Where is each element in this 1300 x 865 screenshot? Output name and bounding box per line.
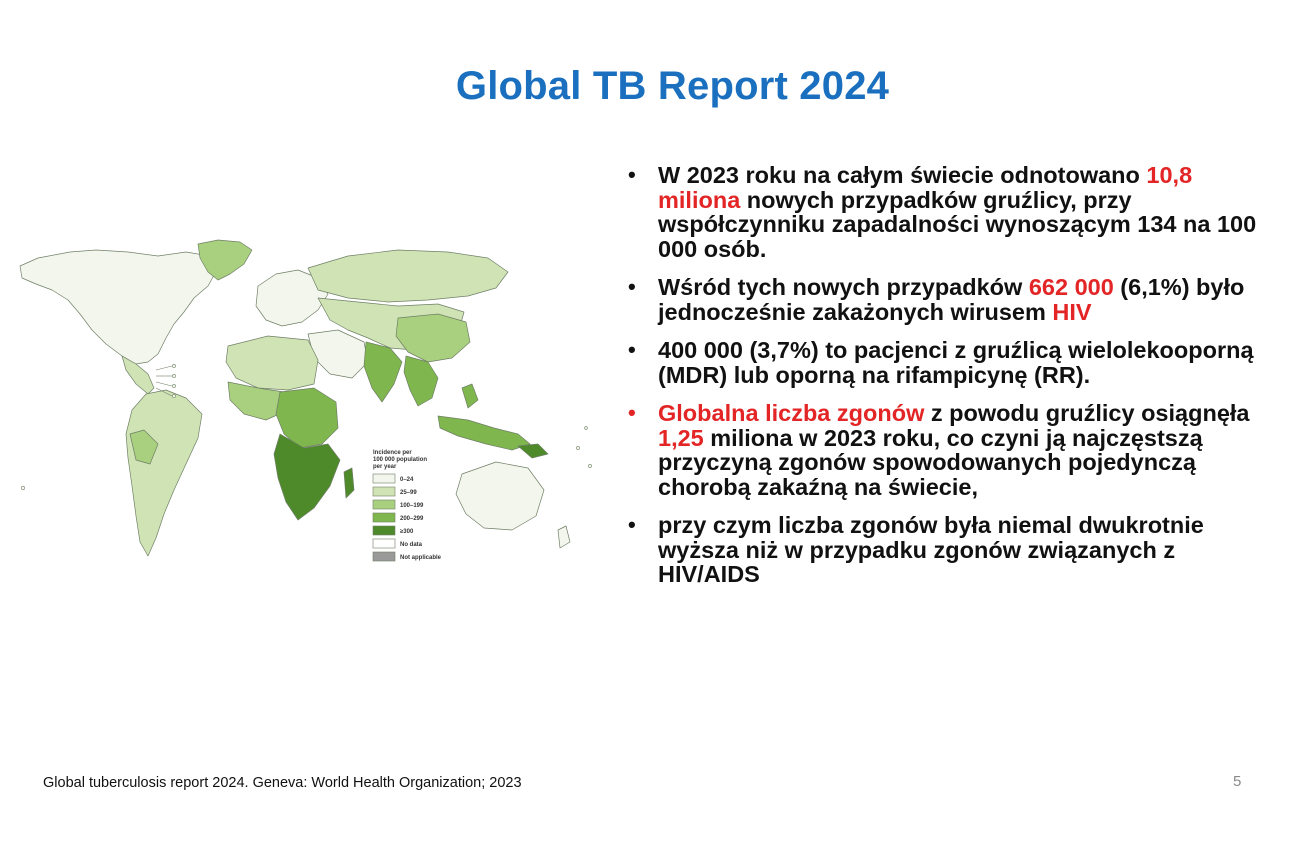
page-number: 5 <box>1233 773 1242 790</box>
legend-swatch-100-199 <box>372 499 396 510</box>
map-russia <box>307 249 509 303</box>
map-north-africa <box>225 335 319 391</box>
bullet-item: • W 2023 roku na całym świecie odnotowano… <box>626 162 1266 262</box>
world-map-graphic: Incidence per 100 000 population per yea… <box>19 239 592 562</box>
tb-incidence-world-map: Incidence per 100 000 population per yea… <box>18 238 600 578</box>
map-north-america <box>19 249 219 365</box>
bullet-text: 400 000 (3,7%) to pacjenci z gruźlicą wi… <box>658 337 1254 388</box>
map-middle-east <box>307 329 369 379</box>
bullet-dot: • <box>628 400 636 425</box>
slide-title: Global TB Report 2024 <box>455 64 890 108</box>
bullet-item: • Wśród tych nowych przypadków 662 000 (6… <box>626 274 1266 325</box>
map-madagascar <box>343 467 355 499</box>
map-india <box>363 341 403 403</box>
map-southeast-asia <box>403 355 439 407</box>
map-new-zealand <box>557 525 571 549</box>
legend-label-5: No data <box>400 542 423 548</box>
legend-swatch-no-data <box>372 538 396 549</box>
slide: Global TB Report 2024 Incidence per 100 … <box>0 0 1300 865</box>
legend-swatch-not-applicable <box>372 551 396 562</box>
legend-title-line-1: Incidence per <box>373 450 412 456</box>
legend-label-4: ≥300 <box>400 529 414 535</box>
legend-swatch-200-299 <box>372 512 396 523</box>
map-papua-new-guinea <box>517 443 549 459</box>
source-citation: Global tuberculosis report 2024. Geneva:… <box>43 775 522 791</box>
bullet-item: • przy czym liczba zgonów była niemal dwu… <box>626 512 1266 587</box>
legend-swatch-300-plus <box>372 525 396 536</box>
map-australia <box>455 461 545 531</box>
map-legend: Incidence per 100 000 population per yea… <box>372 450 442 562</box>
legend-label-2: 100–199 <box>400 503 424 509</box>
bullet-text: Globalna liczba zgonów z powodu gruźlicy… <box>658 400 1250 500</box>
map-indonesia <box>437 415 531 451</box>
legend-swatch-25-99 <box>372 486 396 497</box>
map-china <box>395 313 471 363</box>
legend-title-line-3: per year <box>373 464 397 470</box>
legend-title-line-2: 100 000 population <box>373 457 427 463</box>
bullet-dot: • <box>628 274 636 299</box>
bullet-dot: • <box>628 337 636 362</box>
map-south-america <box>125 389 203 557</box>
bullet-dot: • <box>628 512 636 537</box>
bullet-text: W 2023 roku na całym świecie odnotowano … <box>658 162 1257 262</box>
bullet-list: • W 2023 roku na całym świecie odnotowano… <box>626 162 1266 601</box>
bullet-text: Wśród tych nowych przypadków 662 000 (6,… <box>658 274 1245 325</box>
bullet-item: • 400 000 (3,7%) to pacjenci z gruźlicą w… <box>626 337 1266 388</box>
bullet-dot: • <box>628 162 636 187</box>
bullet-text: przy czym liczba zgonów była niemal dwuk… <box>658 512 1204 587</box>
legend-label-1: 25–99 <box>400 490 417 496</box>
legend-label-0: 0–24 <box>400 477 414 483</box>
map-philippines <box>461 383 479 409</box>
bullet-item: • Globalna liczba zgonów z powodu gruźlic… <box>626 400 1266 500</box>
legend-label-3: 200–299 <box>400 516 424 522</box>
legend-swatch-0-24 <box>372 473 396 484</box>
legend-label-6: Not applicable <box>400 555 442 561</box>
